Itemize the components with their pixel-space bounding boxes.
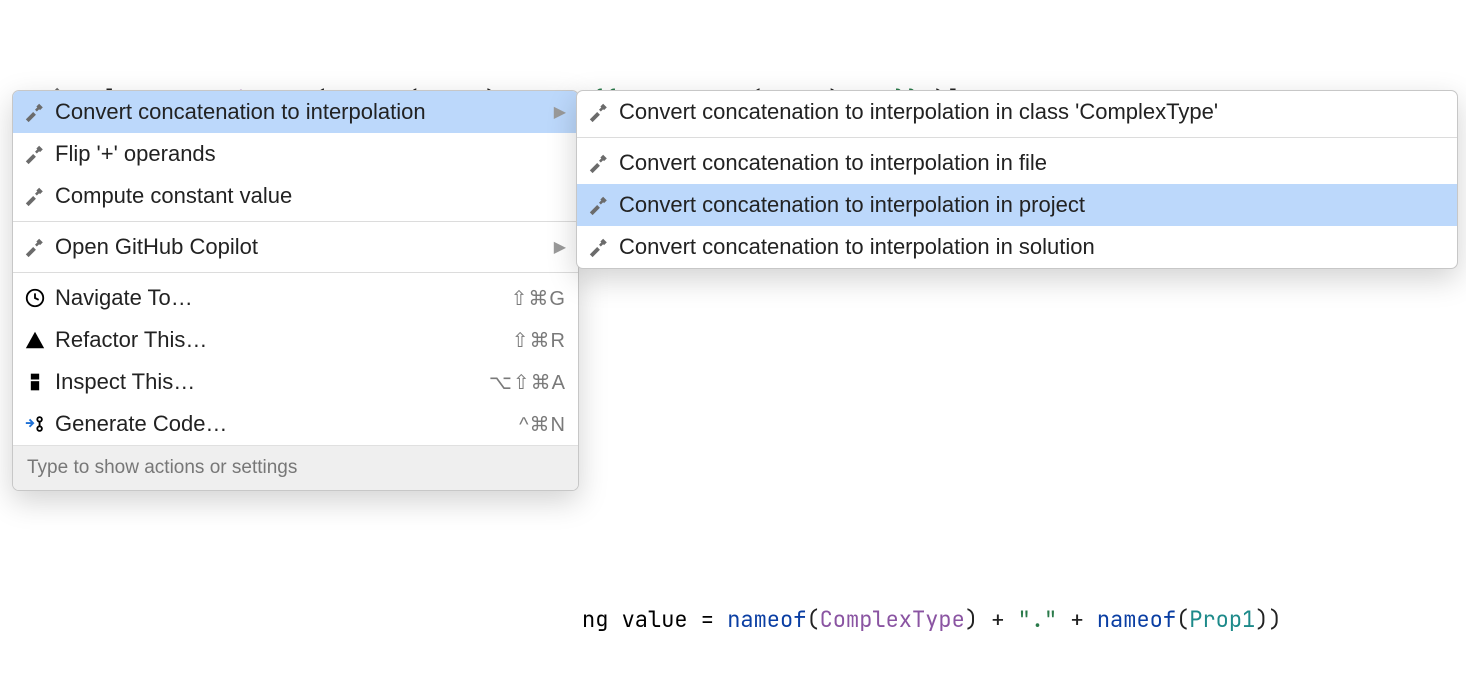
menu-item[interactable]: Compute constant value — [13, 175, 578, 217]
editor-viewport: { "code": { "attr1":"DebuggerDisplay", "… — [0, 0, 1466, 680]
hammer-icon — [23, 100, 47, 124]
hammer-icon — [587, 151, 611, 175]
hammer-icon — [23, 184, 47, 208]
hammer-icon — [23, 142, 47, 166]
clock-icon — [23, 286, 47, 310]
menu-item[interactable]: Flip '+' operands — [13, 133, 578, 175]
menu-item[interactable]: Convert concatenation to interpolation ▶ — [13, 91, 578, 133]
menu-shortcut: ⇧⌘G — [511, 286, 566, 311]
menu-label: Open GitHub Copilot — [55, 234, 540, 260]
gen-icon — [23, 412, 47, 436]
menu-item[interactable]: Refactor This… ⇧⌘R — [13, 319, 578, 361]
menu-separator — [13, 272, 578, 273]
menu-shortcut: ^⌘N — [519, 412, 566, 437]
menu-label: Flip '+' operands — [55, 141, 566, 167]
menu-label: Refactor This… — [55, 327, 504, 353]
actions-submenu: Convert concatenation to interpolation i… — [576, 90, 1458, 269]
menu-item[interactable]: Convert concatenation to interpolation i… — [577, 142, 1457, 184]
chevron-right-icon: ▶ — [554, 102, 566, 122]
menu-label: Generate Code… — [55, 411, 511, 437]
chevron-right-icon: ▶ — [554, 237, 566, 257]
menu-separator — [577, 137, 1457, 138]
triangle-icon — [23, 328, 47, 352]
menu-label: Convert concatenation to interpolation i… — [619, 99, 1445, 125]
menu-item[interactable]: Convert concatenation to interpolation i… — [577, 184, 1457, 226]
menu-shortcut: ⇧⌘R — [512, 328, 566, 353]
menu-item[interactable]: Generate Code… ^⌘N — [13, 403, 578, 445]
menu-label: Compute constant value — [55, 183, 566, 209]
menu-item[interactable]: Open GitHub Copilot ▶ — [13, 226, 578, 268]
menu-item[interactable]: Inspect This… ⌥⇧⌘A — [13, 361, 578, 403]
menu-label: Convert concatenation to interpolation i… — [619, 192, 1445, 218]
menu-item[interactable]: Convert concatenation to interpolation i… — [577, 226, 1457, 268]
menu-shortcut: ⌥⇧⌘A — [489, 370, 566, 395]
hammer-icon — [23, 235, 47, 259]
menu-label: Navigate To… — [55, 285, 503, 311]
menu-footer[interactable]: Type to show actions or settings — [13, 445, 578, 490]
inspect-icon — [23, 370, 47, 394]
menu-label: Convert concatenation to interpolation i… — [619, 150, 1445, 176]
menu-label: Inspect This… — [55, 369, 481, 395]
menu-label: Convert concatenation to interpolation — [55, 99, 540, 125]
menu-label: Convert concatenation to interpolation i… — [619, 234, 1445, 260]
hammer-icon — [587, 193, 611, 217]
menu-item[interactable]: Convert concatenation to interpolation i… — [577, 91, 1457, 133]
menu-item[interactable]: Navigate To… ⇧⌘G — [13, 277, 578, 319]
hammer-icon — [587, 235, 611, 259]
menu-separator — [13, 221, 578, 222]
actions-menu: Convert concatenation to interpolation ▶ F… — [12, 90, 579, 491]
hammer-icon — [587, 100, 611, 124]
